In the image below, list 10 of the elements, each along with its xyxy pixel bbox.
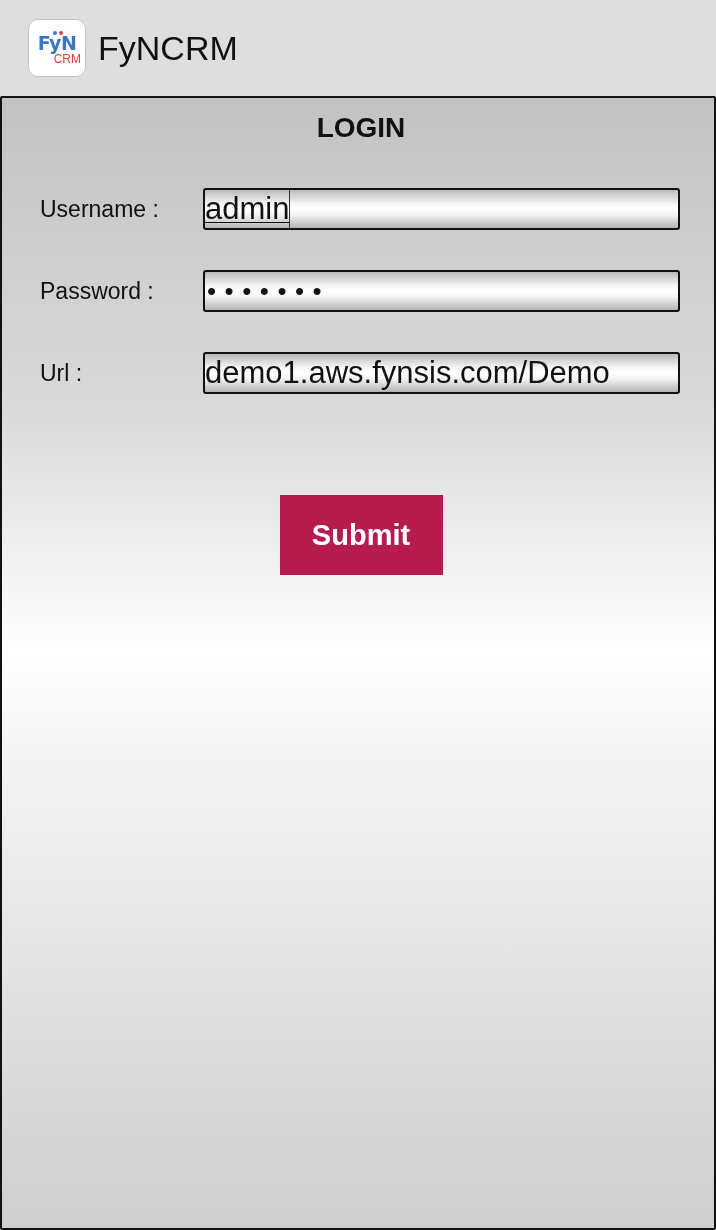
field-label: Url : [40,359,83,387]
logo-wordmark: FyN [37,30,77,53]
field-label: Username : [40,195,159,223]
password-field[interactable]: ••••••• [203,270,680,312]
login-heading: LOGIN [316,112,406,144]
input-field[interactable]: admin [203,188,680,230]
app-title: FyNCRM [98,28,238,68]
field-label: Password : [40,277,154,305]
input-field[interactable]: demo1.aws.fynsis.com/Demo [203,352,680,394]
submit-button[interactable]: Submit [279,495,443,575]
